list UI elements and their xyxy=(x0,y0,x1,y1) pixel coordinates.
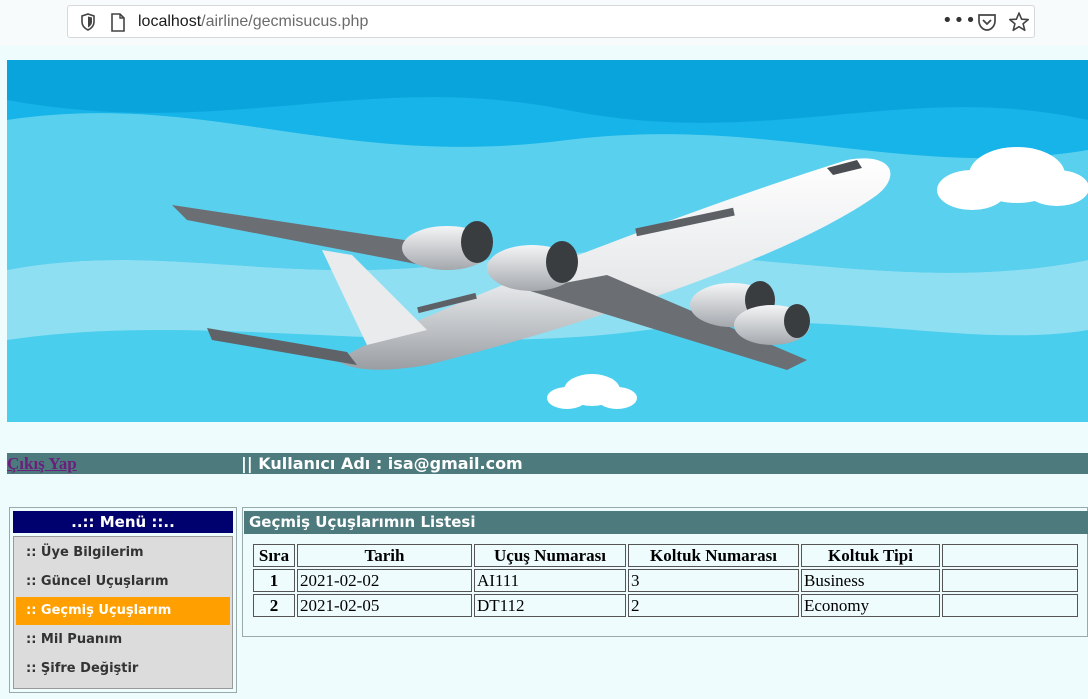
address-bar[interactable]: localhost/airline/gecmisucus.php ••• xyxy=(67,5,1035,38)
column-header xyxy=(942,544,1078,567)
table-row: 1 2021-02-02 AI111 3 Business xyxy=(253,569,1078,592)
panel-title: Geçmiş Uçuşlarımın Listesi xyxy=(244,511,1088,534)
column-header: Koltuk Tipi xyxy=(801,544,940,567)
banner-image xyxy=(7,60,1088,422)
menu-item-profile[interactable]: :: Üye Bilgilerim xyxy=(16,539,230,567)
column-header: Tarih xyxy=(297,544,472,567)
bookmark-star-icon[interactable] xyxy=(1008,11,1030,33)
logout-link[interactable]: Çıkış Yap xyxy=(7,453,234,474)
menu-item-current-flights[interactable]: :: Güncel Uçuşlarım xyxy=(16,568,230,596)
url-host: localhost xyxy=(138,13,202,30)
browser-toolbar: localhost/airline/gecmisucus.php ••• xyxy=(0,0,1088,46)
table-cell: 2021-02-02 xyxy=(297,569,472,592)
table-cell xyxy=(942,569,1078,592)
table-cell: Economy xyxy=(801,594,940,617)
table-header-row: Sıra Tarih Uçuş Numarası Koltuk Numarası… xyxy=(253,544,1078,567)
shield-icon[interactable] xyxy=(80,13,96,31)
username-label: || Kullanıcı Adı : isa@gmail.com xyxy=(241,454,523,473)
menu-list: :: Üye Bilgilerim :: Güncel Uçuşlarım ::… xyxy=(13,536,233,689)
menu-item-past-flights[interactable]: :: Geçmiş Uçuşlarım xyxy=(16,597,230,625)
past-flights-table: Sıra Tarih Uçuş Numarası Koltuk Numarası… xyxy=(251,542,1080,619)
url-text[interactable]: localhost/airline/gecmisucus.php xyxy=(138,13,368,31)
table-cell: Business xyxy=(801,569,940,592)
table-cell: 2021-02-05 xyxy=(297,594,472,617)
table-cell: AI111 xyxy=(474,569,626,592)
table-cell: 2 xyxy=(253,594,295,617)
past-flights-panel: Geçmiş Uçuşlarımın Listesi Sıra Tarih Uç… xyxy=(242,507,1088,637)
airplane-illustration xyxy=(7,60,1088,422)
table-cell: DT112 xyxy=(474,594,626,617)
column-header: Sıra xyxy=(253,544,295,567)
user-bar: Çıkış Yap || Kullanıcı Adı : isa@gmail.c… xyxy=(7,453,1088,474)
menu-item-miles[interactable]: :: Mil Puanım xyxy=(16,626,230,654)
pocket-icon[interactable] xyxy=(977,13,997,32)
table-cell: 2 xyxy=(628,594,799,617)
menu-item-change-password[interactable]: :: Şifre Değiştir xyxy=(16,655,230,683)
side-menu: ..:: Menü ::.. :: Üye Bilgilerim :: Günc… xyxy=(9,507,237,693)
column-header: Koltuk Numarası xyxy=(628,544,799,567)
page-icon[interactable] xyxy=(110,13,126,32)
url-path: /airline/gecmisucus.php xyxy=(201,13,369,30)
table-row: 2 2021-02-05 DT112 2 Economy xyxy=(253,594,1078,617)
column-header: Uçuş Numarası xyxy=(474,544,626,567)
table-cell: 1 xyxy=(253,569,295,592)
table-cell xyxy=(942,594,1078,617)
table-cell: 3 xyxy=(628,569,799,592)
menu-title: ..:: Menü ::.. xyxy=(13,511,233,533)
more-options-icon[interactable]: ••• xyxy=(942,10,977,31)
